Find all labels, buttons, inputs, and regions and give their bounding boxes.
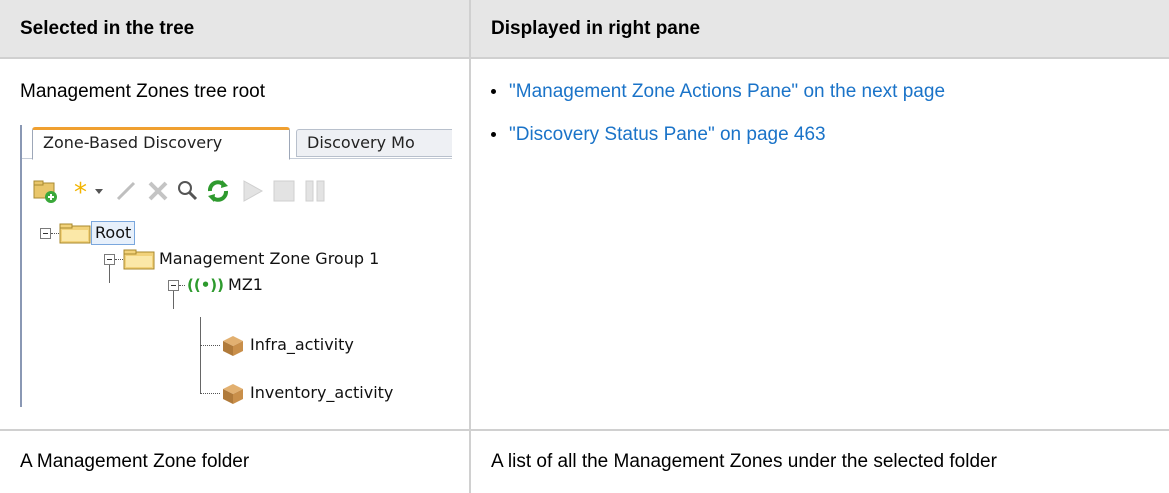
tree-node-group[interactable]: Management Zone Group 1 — [104, 247, 379, 271]
bullet-icon — [491, 89, 496, 94]
table-row: A Management Zone folder A list of all t… — [0, 429, 1169, 493]
column-header-selected: Selected in the tree — [0, 0, 471, 59]
dropdown-arrow-icon[interactable] — [92, 177, 106, 205]
info-table: Selected in the tree Displayed in right … — [0, 0, 1169, 493]
tree-label-group: Management Zone Group 1 — [159, 249, 380, 268]
tree-connector — [200, 317, 201, 393]
bullet-icon — [491, 132, 496, 137]
list-item: "Management Zone Actions Pane" on the ne… — [491, 81, 1149, 103]
discovery-tree: Root Management Zone Group 1 ((•)) MZ1 I… — [22, 221, 452, 407]
package-icon — [223, 384, 243, 404]
table-cell-displayed: "Management Zone Actions Pane" on the ne… — [469, 57, 1169, 431]
collapse-icon[interactable] — [104, 253, 115, 265]
table-header-row: Selected in the tree Displayed in right … — [0, 0, 1169, 59]
tree-label-activity: Infra_activity — [250, 335, 354, 354]
tree-screenshot: Zone-Based Discovery Discovery Mo * Root… — [20, 125, 452, 407]
refresh-icon[interactable] — [204, 177, 232, 205]
tree-node-root[interactable]: Root — [40, 221, 136, 245]
folder-icon — [123, 249, 155, 270]
table-cell-selected: A Management Zone folder — [0, 429, 471, 493]
search-icon[interactable] — [174, 177, 202, 205]
tree-node-mz1[interactable]: ((•)) MZ1 — [168, 273, 263, 297]
collapse-icon[interactable] — [168, 279, 179, 291]
management-zone-icon: ((•)) — [187, 276, 225, 294]
folder-icon — [59, 223, 91, 244]
link-list: "Management Zone Actions Pane" on the ne… — [491, 81, 1149, 146]
table-row: Management Zones tree root Zone-Based Di… — [0, 57, 1169, 431]
play-icon[interactable] — [238, 177, 266, 205]
column-header-displayed: Displayed in right pane — [469, 0, 1169, 59]
package-icon — [223, 336, 243, 356]
tree-node-activity[interactable]: Infra_activity — [220, 333, 354, 357]
tab-strip: Zone-Based Discovery Discovery Mo — [22, 125, 452, 160]
collapse-icon[interactable] — [40, 227, 51, 239]
link-discovery-status-pane[interactable]: "Discovery Status Pane" on page 463 — [509, 124, 826, 145]
row-label: Management Zones tree root — [20, 81, 266, 102]
tree-label-mz1: MZ1 — [228, 275, 263, 294]
link-management-zone-actions-pane[interactable]: "Management Zone Actions Pane" on the ne… — [509, 81, 945, 102]
table-cell-selected: Management Zones tree root Zone-Based Di… — [0, 57, 471, 431]
stop-icon[interactable] — [270, 177, 298, 205]
tree-node-activity[interactable]: Inventory_activity — [220, 381, 393, 405]
toolbar: * — [32, 169, 452, 213]
tree-connector — [200, 345, 220, 346]
tree-label-root: Root — [91, 221, 136, 245]
delete-icon[interactable] — [144, 177, 172, 205]
pause-icon[interactable] — [302, 177, 330, 205]
list-item: "Discovery Status Pane" on page 463 — [491, 124, 1149, 146]
edit-icon[interactable] — [112, 177, 140, 205]
svg-text:*: * — [74, 178, 87, 205]
tab-zone-based-discovery[interactable]: Zone-Based Discovery — [32, 127, 290, 160]
new-folder-icon[interactable] — [32, 177, 60, 205]
tab-discovery-modules[interactable]: Discovery Mo — [296, 129, 452, 157]
tree-connector — [200, 393, 220, 394]
table-cell-displayed: A list of all the Management Zones under… — [469, 429, 1169, 493]
tree-label-activity: Inventory_activity — [250, 383, 394, 402]
